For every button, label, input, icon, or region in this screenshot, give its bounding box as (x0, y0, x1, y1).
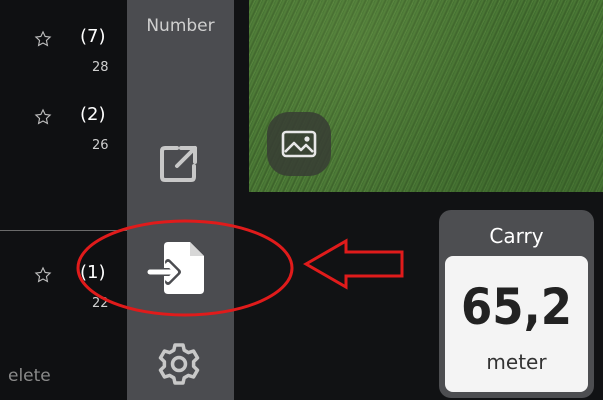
list-item-sub: 22 (92, 296, 109, 311)
carry-label: Carry (489, 224, 544, 248)
settings-gear-icon[interactable] (157, 342, 201, 386)
list-divider (0, 230, 127, 231)
share-icon[interactable] (155, 140, 203, 188)
star-icon[interactable] (34, 266, 52, 284)
carry-value: 65,2 (461, 278, 572, 336)
carry-card: Carry 65,2 meter (439, 210, 594, 398)
import-file-icon[interactable] (146, 236, 210, 300)
carry-value-panel: 65,2 meter (445, 256, 588, 392)
pointer-arrow (302, 238, 404, 290)
list-item-count: (7) (80, 26, 106, 47)
list-item-count: (1) (80, 262, 106, 283)
star-icon[interactable] (34, 108, 52, 126)
star-icon[interactable] (34, 30, 52, 48)
photo-gallery-button[interactable] (267, 112, 331, 176)
delete-button[interactable]: elete (8, 366, 51, 386)
rail-title: Number (146, 16, 215, 36)
list-item-sub: 28 (92, 60, 109, 75)
list-item-sub: 26 (92, 138, 109, 153)
shot-list: (7) 28 (2) 26 (1) 22 elete (0, 0, 127, 400)
list-item-count: (2) (80, 104, 106, 125)
carry-unit: meter (486, 350, 547, 374)
image-icon (281, 130, 317, 158)
side-rail (127, 0, 234, 400)
